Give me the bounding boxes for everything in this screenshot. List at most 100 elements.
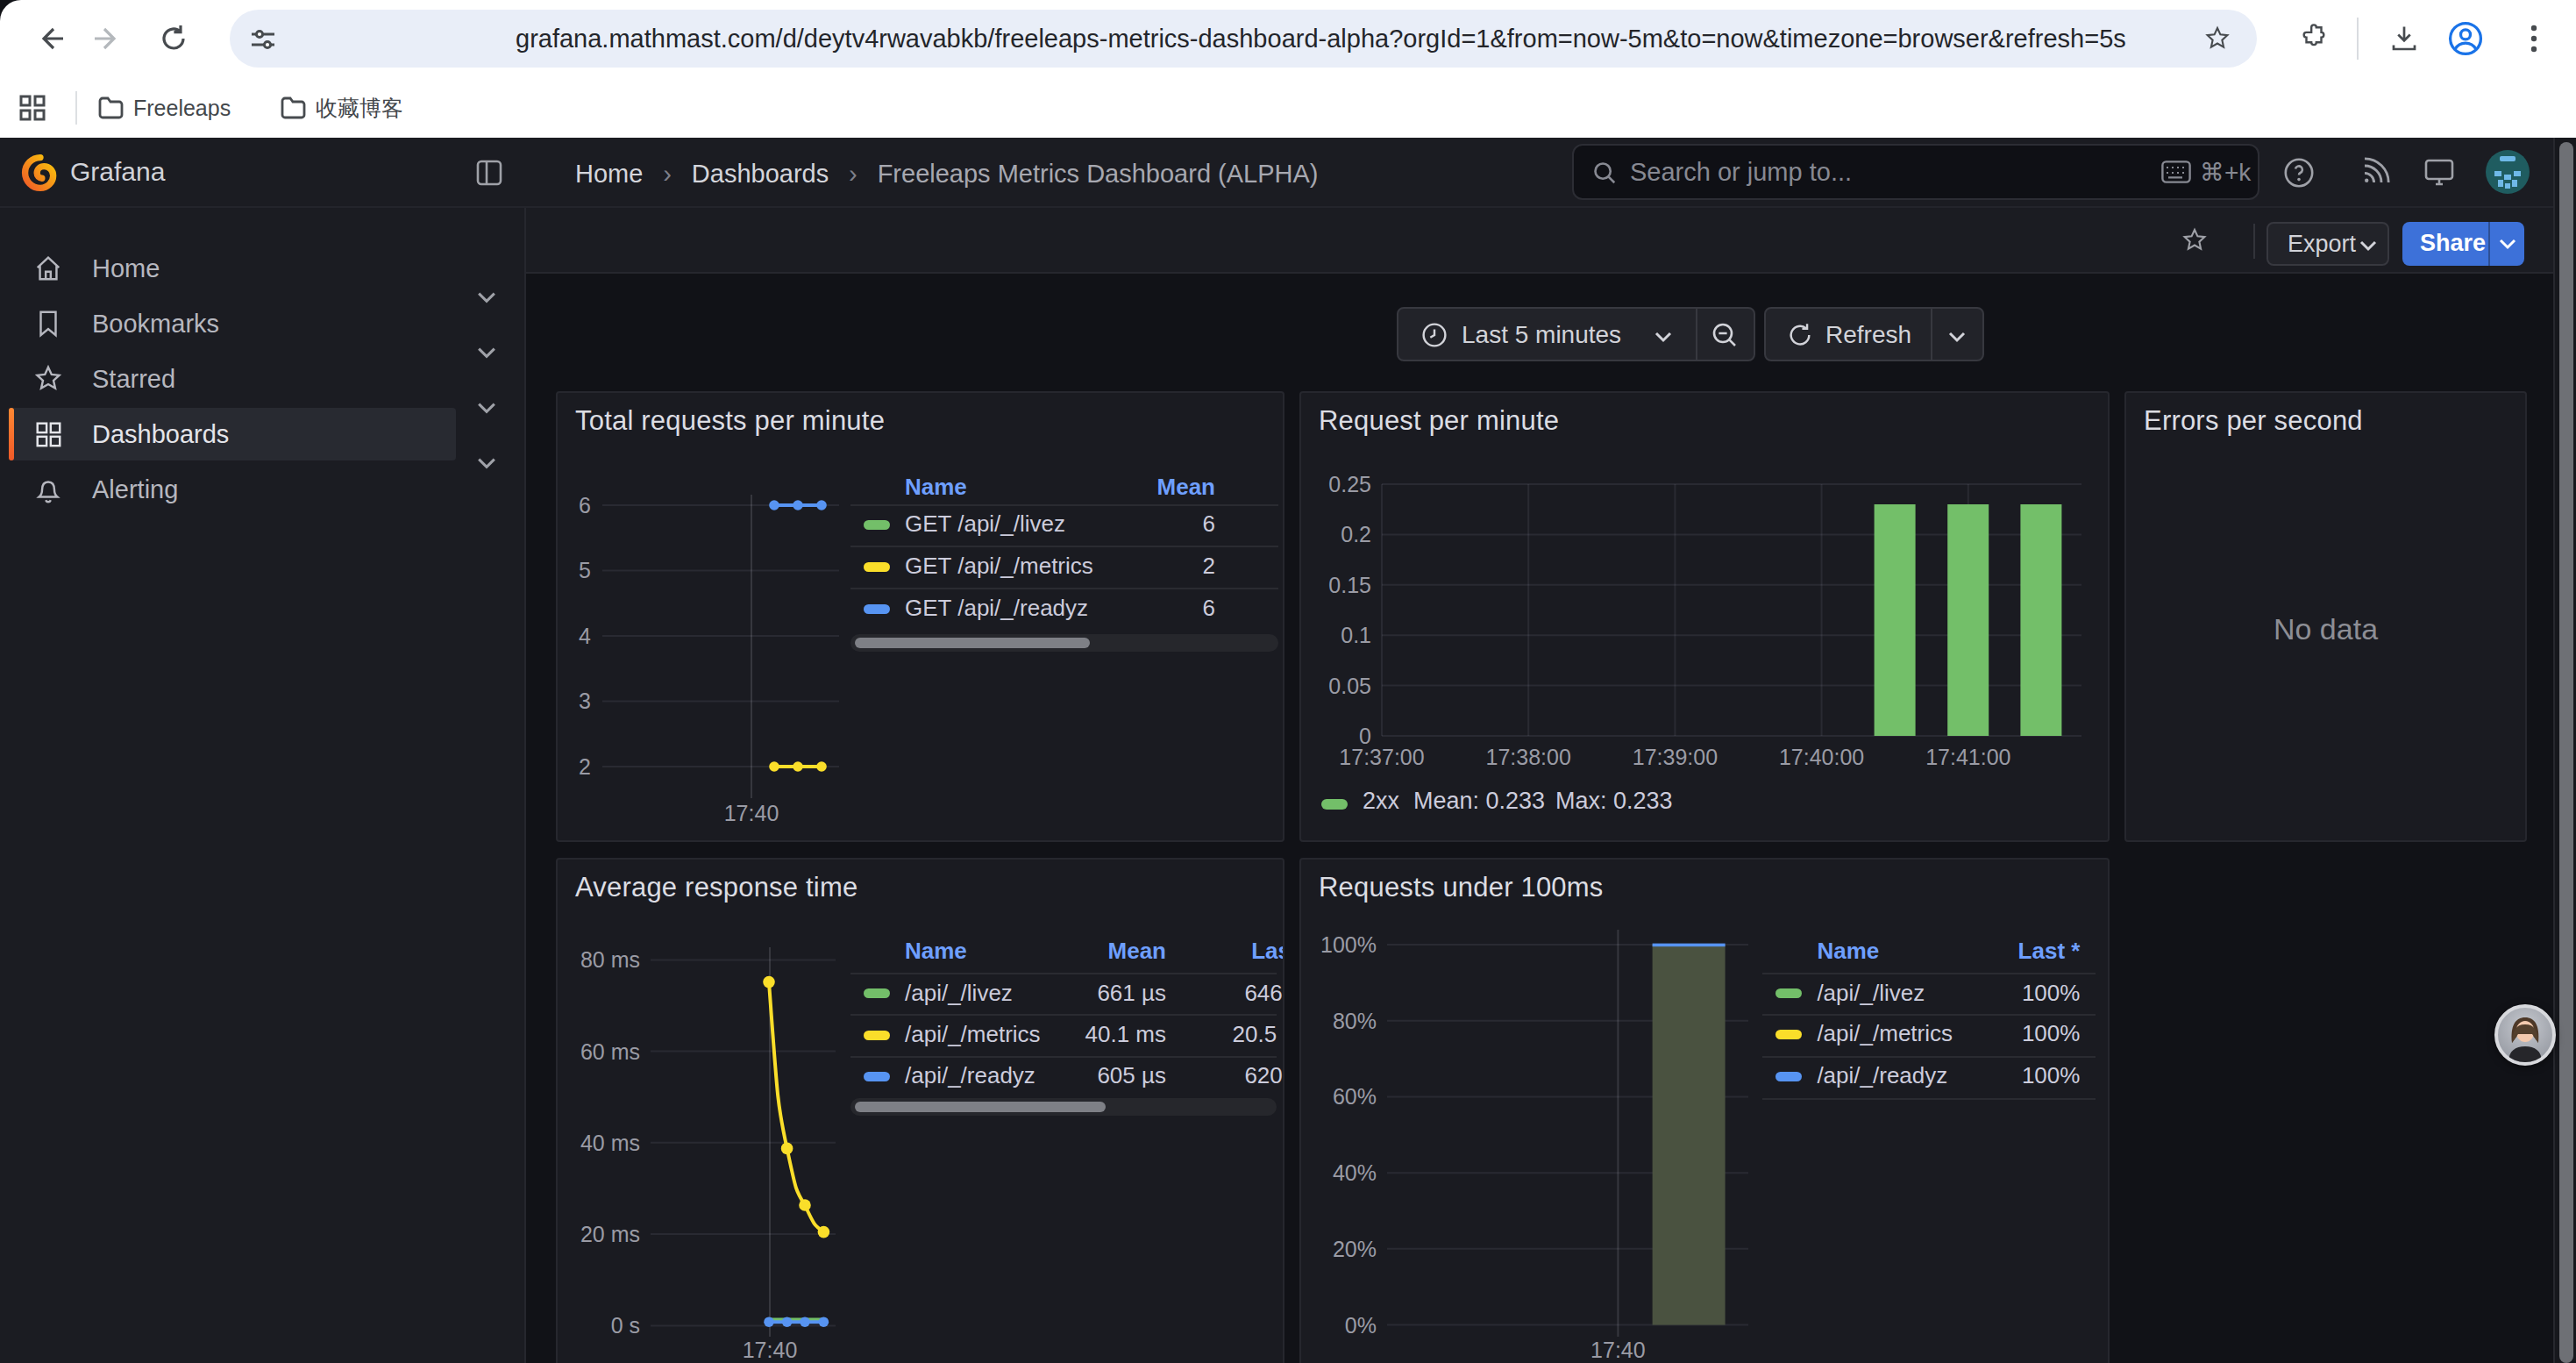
- legend-row: 2xxMean: 0.233Max: 0.233: [1321, 793, 2093, 828]
- reload-icon[interactable]: [158, 23, 189, 54]
- sidebar-item-dashboards[interactable]: Dashboards: [9, 408, 456, 460]
- bookmark-star-icon[interactable]: [2202, 24, 2232, 54]
- panel-average-response-time[interactable]: Average response time 80 ms60 ms40 ms20 …: [556, 858, 1284, 1363]
- share-button[interactable]: Share: [2402, 222, 2524, 266]
- svg-text:17:40:00: 17:40:00: [1779, 745, 1864, 769]
- export-button[interactable]: Export: [2266, 222, 2389, 266]
- download-icon[interactable]: [2388, 23, 2420, 54]
- legend-swatch: [864, 562, 890, 572]
- legend-swatch: [1775, 1072, 1802, 1081]
- address-bar[interactable]: grafana.mathmast.com/d/deytv4rwavabkb/fr…: [230, 10, 2257, 68]
- refresh-button[interactable]: Refresh: [1764, 307, 1984, 361]
- refresh-label: Refresh: [1825, 321, 1911, 349]
- legend-col-header[interactable]: Mean: [1005, 474, 1215, 501]
- svg-text:0 s: 0 s: [611, 1313, 640, 1338]
- profile-icon[interactable]: [2446, 19, 2485, 58]
- browser-toolbar: grafana.mathmast.com/d/deytv4rwavabkb/fr…: [0, 0, 2576, 79]
- breadcrumb-current: Freeleaps Metrics Dashboard (ALPHA): [878, 160, 1319, 188]
- grafana-logo[interactable]: [21, 153, 60, 192]
- apps-grid-icon[interactable]: [19, 95, 46, 121]
- url-text[interactable]: grafana.mathmast.com/d/deytv4rwavabkb/fr…: [516, 10, 2126, 68]
- search-icon: [1591, 160, 1618, 186]
- subheader-divider: [2253, 224, 2255, 259]
- legend-value: 100%: [1869, 1062, 2080, 1089]
- svg-text:17:41:00: 17:41:00: [1925, 745, 2010, 769]
- share-menu-chevron[interactable]: [2499, 238, 2516, 250]
- svg-text:17:40: 17:40: [724, 801, 779, 825]
- search-input[interactable]: Search or jump to... ⌘+k: [1572, 144, 2259, 200]
- svg-text:0.1: 0.1: [1341, 623, 1371, 647]
- brand-name: Grafana: [70, 157, 165, 187]
- panel-errors-per-second[interactable]: Errors per second No data: [2124, 391, 2527, 842]
- menu-kebab-icon[interactable]: [2520, 23, 2548, 54]
- legend-swatch: [1321, 799, 1348, 810]
- grafana-header: Grafana Home › Dashboards › Freeleaps Me…: [0, 138, 2553, 208]
- collapse-sidebar-icon[interactable]: [475, 159, 503, 187]
- legend-swatch: [864, 988, 890, 998]
- svg-text:17:39:00: 17:39:00: [1633, 745, 1718, 769]
- panel-total-requests-per-minute[interactable]: Total requests per minute 6543217:40 Nam…: [556, 391, 1284, 842]
- assistant-avatar[interactable]: [2494, 1004, 2556, 1066]
- rss-icon[interactable]: [2360, 157, 2390, 187]
- legend-table: NameLast */api/_/livez100%/api/_/metrics…: [1762, 860, 2096, 1140]
- extensions-icon[interactable]: [2299, 24, 2329, 54]
- chevron-down-icon[interactable]: [477, 290, 496, 304]
- svg-text:17:38:00: 17:38:00: [1486, 745, 1571, 769]
- chevron-down-icon[interactable]: [477, 346, 496, 360]
- bookmarks-divider: [75, 91, 77, 125]
- breadcrumb-dashboards[interactable]: Dashboards: [692, 160, 829, 188]
- legend-table: NameMeanGET /api/_/livez6GET /api/_/metr…: [850, 393, 1278, 674]
- help-icon[interactable]: [2283, 157, 2315, 189]
- zoom-out-icon[interactable]: [1711, 321, 1739, 349]
- breadcrumb-home[interactable]: Home: [575, 160, 643, 188]
- legend-scrollbar[interactable]: [850, 634, 1278, 652]
- legend-swatch: [864, 1031, 890, 1040]
- chevron-down-icon[interactable]: [477, 456, 496, 470]
- no-data-label: No data: [2126, 612, 2525, 646]
- panel-requests-under-100ms[interactable]: Requests under 100ms 100%80%60%40%20%0%1…: [1299, 858, 2110, 1363]
- back-icon[interactable]: [35, 23, 67, 54]
- panel-request-per-minute[interactable]: Request per minute 0.250.20.150.10.05017…: [1299, 391, 2110, 842]
- sidebar-item-home[interactable]: Home: [9, 242, 456, 295]
- legend-col-header[interactable]: Last *: [1869, 938, 2080, 965]
- page-scrollbar[interactable]: [2553, 138, 2576, 1363]
- svg-text:0.2: 0.2: [1341, 522, 1371, 546]
- sidebar-item-alerting[interactable]: Alerting: [9, 463, 456, 516]
- legend-swatch: [1775, 988, 1802, 998]
- refresh-interval-chevron[interactable]: [1948, 331, 1966, 343]
- svg-text:60%: 60%: [1333, 1084, 1377, 1109]
- refresh-icon: [1787, 322, 1813, 348]
- legend-value: 100%: [1869, 1020, 2080, 1047]
- monitor-icon[interactable]: [2423, 157, 2455, 189]
- svg-text:4: 4: [579, 624, 591, 648]
- user-avatar[interactable]: [2486, 150, 2530, 194]
- favorite-star-icon[interactable]: [2180, 225, 2210, 255]
- legend-value: 100%: [1869, 980, 2080, 1007]
- legend-swatch: [1775, 1030, 1802, 1039]
- svg-text:5: 5: [579, 558, 591, 582]
- bookmark-label: Freeleaps: [133, 79, 231, 138]
- legend-col-header[interactable]: Last *: [1103, 938, 1284, 965]
- legend-value: 2: [1005, 553, 1215, 580]
- legend-col-header[interactable]: Name: [905, 474, 967, 501]
- site-settings-icon[interactable]: [249, 25, 277, 54]
- grafana-app: Grafana Home › Dashboards › Freeleaps Me…: [0, 138, 2576, 1363]
- chevron-down-icon[interactable]: [477, 401, 496, 415]
- svg-text:17:37:00: 17:37:00: [1339, 745, 1424, 769]
- legend-label[interactable]: 2xx: [1363, 788, 1399, 815]
- legend-value: 20.5 ms: [1103, 1021, 1284, 1048]
- search-shortcut: ⌘+k: [2200, 158, 2251, 187]
- svg-text:3: 3: [579, 689, 591, 713]
- sidebar-item-bookmarks[interactable]: Bookmarks: [9, 297, 456, 350]
- svg-text:0.15: 0.15: [1328, 573, 1371, 597]
- sidebar-item-starred[interactable]: Starred: [9, 353, 456, 405]
- legend-scrollbar[interactable]: [850, 1098, 1277, 1116]
- panel-title[interactable]: Errors per second: [2144, 405, 2363, 437]
- svg-text:40 ms: 40 ms: [580, 1131, 640, 1155]
- time-range-picker[interactable]: Last 5 minutes: [1397, 307, 1755, 361]
- svg-text:20%: 20%: [1333, 1237, 1377, 1261]
- forward-icon[interactable]: [91, 23, 123, 54]
- scrollbar-thumb[interactable]: [2559, 142, 2573, 1363]
- svg-text:17:40: 17:40: [743, 1338, 798, 1362]
- svg-text:80%: 80%: [1333, 1009, 1377, 1033]
